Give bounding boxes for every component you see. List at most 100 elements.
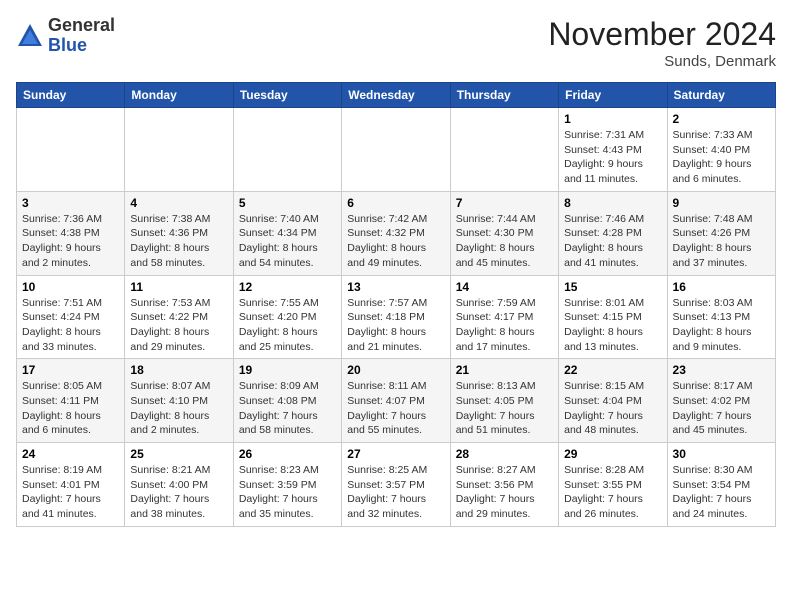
calendar-cell [125, 108, 233, 192]
day-info: Sunrise: 8:28 AMSunset: 3:55 PMDaylight:… [564, 463, 661, 522]
day-info: Sunrise: 8:21 AMSunset: 4:00 PMDaylight:… [130, 463, 227, 522]
day-number: 11 [130, 280, 227, 294]
calendar-cell: 11 Sunrise: 7:53 AMSunset: 4:22 PMDayligh… [125, 275, 233, 359]
calendar-cell [342, 108, 450, 192]
calendar-cell: 18 Sunrise: 8:07 AMSunset: 4:10 PMDayligh… [125, 359, 233, 443]
day-info: Sunrise: 7:53 AMSunset: 4:22 PMDaylight:… [130, 296, 227, 355]
day-info: Sunrise: 8:25 AMSunset: 3:57 PMDaylight:… [347, 463, 444, 522]
day-info: Sunrise: 8:27 AMSunset: 3:56 PMDaylight:… [456, 463, 553, 522]
day-info: Sunrise: 7:44 AMSunset: 4:30 PMDaylight:… [456, 212, 553, 271]
logo-icon [16, 22, 44, 50]
calendar-cell [450, 108, 558, 192]
calendar-cell: 10 Sunrise: 7:51 AMSunset: 4:24 PMDayligh… [17, 275, 125, 359]
day-number: 21 [456, 363, 553, 377]
day-info: Sunrise: 7:36 AMSunset: 4:38 PMDaylight:… [22, 212, 119, 271]
day-number: 14 [456, 280, 553, 294]
day-number: 9 [673, 196, 770, 210]
month-title: November 2024 [548, 16, 776, 53]
weekday-header: Monday [125, 83, 233, 108]
day-number: 17 [22, 363, 119, 377]
calendar-cell: 14 Sunrise: 7:59 AMSunset: 4:17 PMDayligh… [450, 275, 558, 359]
calendar-cell: 23 Sunrise: 8:17 AMSunset: 4:02 PMDayligh… [667, 359, 775, 443]
day-info: Sunrise: 7:42 AMSunset: 4:32 PMDaylight:… [347, 212, 444, 271]
calendar-cell: 28 Sunrise: 8:27 AMSunset: 3:56 PMDayligh… [450, 443, 558, 527]
weekday-header: Sunday [17, 83, 125, 108]
calendar-cell: 27Sunrise: 8:25 AMSunset: 3:57 PMDayligh… [342, 443, 450, 527]
day-info: Sunrise: 7:55 AMSunset: 4:20 PMDaylight:… [239, 296, 336, 355]
title-block: November 2024 Sunds, Denmark [548, 16, 776, 70]
weekday-header-row: SundayMondayTuesdayWednesdayThursdayFrid… [17, 83, 776, 108]
calendar-cell: 5 Sunrise: 7:40 AMSunset: 4:34 PMDaylight… [233, 191, 341, 275]
calendar-cell: 12 Sunrise: 7:55 AMSunset: 4:20 PMDayligh… [233, 275, 341, 359]
calendar-cell: 13 Sunrise: 7:57 AMSunset: 4:18 PMDayligh… [342, 275, 450, 359]
calendar-cell: 6 Sunrise: 7:42 AMSunset: 4:32 PMDaylight… [342, 191, 450, 275]
day-number: 7 [456, 196, 553, 210]
day-number: 28 [456, 447, 553, 461]
day-number: 18 [130, 363, 227, 377]
day-number: 25 [130, 447, 227, 461]
day-info: Sunrise: 7:57 AMSunset: 4:18 PMDaylight:… [347, 296, 444, 355]
calendar-week-row: 3 Sunrise: 7:36 AMSunset: 4:38 PMDaylight… [17, 191, 776, 275]
day-number: 19 [239, 363, 336, 377]
day-info: Sunrise: 8:30 AMSunset: 3:54 PMDaylight:… [673, 463, 770, 522]
day-number: 3 [22, 196, 119, 210]
day-info: Sunrise: 7:33 AMSunset: 4:40 PMDaylight:… [673, 128, 770, 187]
calendar-cell: 2 Sunrise: 7:33 AMSunset: 4:40 PMDaylight… [667, 108, 775, 192]
day-number: 10 [22, 280, 119, 294]
day-number: 4 [130, 196, 227, 210]
logo-general: General [48, 16, 115, 36]
calendar-table: SundayMondayTuesdayWednesdayThursdayFrid… [16, 82, 776, 527]
day-info: Sunrise: 8:17 AMSunset: 4:02 PMDaylight:… [673, 379, 770, 438]
calendar-cell: 25 Sunrise: 8:21 AMSunset: 4:00 PMDayligh… [125, 443, 233, 527]
day-info: Sunrise: 8:23 AMSunset: 3:59 PMDaylight:… [239, 463, 336, 522]
calendar-cell: 30Sunrise: 8:30 AMSunset: 3:54 PMDayligh… [667, 443, 775, 527]
calendar-cell: 29Sunrise: 8:28 AMSunset: 3:55 PMDayligh… [559, 443, 667, 527]
calendar-cell: 26 Sunrise: 8:23 AMSunset: 3:59 PMDayligh… [233, 443, 341, 527]
day-info: Sunrise: 8:15 AMSunset: 4:04 PMDaylight:… [564, 379, 661, 438]
day-info: Sunrise: 8:01 AMSunset: 4:15 PMDaylight:… [564, 296, 661, 355]
day-info: Sunrise: 7:31 AMSunset: 4:43 PMDaylight:… [564, 128, 661, 187]
calendar-cell [17, 108, 125, 192]
day-info: Sunrise: 8:09 AMSunset: 4:08 PMDaylight:… [239, 379, 336, 438]
day-info: Sunrise: 8:19 AMSunset: 4:01 PMDaylight:… [22, 463, 119, 522]
calendar-week-row: 24Sunrise: 8:19 AMSunset: 4:01 PMDayligh… [17, 443, 776, 527]
day-info: Sunrise: 7:48 AMSunset: 4:26 PMDaylight:… [673, 212, 770, 271]
weekday-header: Thursday [450, 83, 558, 108]
calendar-week-row: 17Sunrise: 8:05 AMSunset: 4:11 PMDayligh… [17, 359, 776, 443]
calendar-cell: 9 Sunrise: 7:48 AMSunset: 4:26 PMDaylight… [667, 191, 775, 275]
day-number: 13 [347, 280, 444, 294]
calendar-cell: 24Sunrise: 8:19 AMSunset: 4:01 PMDayligh… [17, 443, 125, 527]
day-number: 12 [239, 280, 336, 294]
day-number: 15 [564, 280, 661, 294]
day-info: Sunrise: 8:11 AMSunset: 4:07 PMDaylight:… [347, 379, 444, 438]
day-number: 20 [347, 363, 444, 377]
page-header: General Blue November 2024 Sunds, Denmar… [16, 16, 776, 70]
logo: General Blue [16, 16, 115, 56]
logo-blue: Blue [48, 36, 115, 56]
day-info: Sunrise: 7:59 AMSunset: 4:17 PMDaylight:… [456, 296, 553, 355]
calendar-cell: 17Sunrise: 8:05 AMSunset: 4:11 PMDayligh… [17, 359, 125, 443]
calendar-cell: 15 Sunrise: 8:01 AMSunset: 4:15 PMDayligh… [559, 275, 667, 359]
day-info: Sunrise: 8:13 AMSunset: 4:05 PMDaylight:… [456, 379, 553, 438]
day-info: Sunrise: 7:38 AMSunset: 4:36 PMDaylight:… [130, 212, 227, 271]
calendar-cell: 7 Sunrise: 7:44 AMSunset: 4:30 PMDaylight… [450, 191, 558, 275]
day-number: 26 [239, 447, 336, 461]
day-info: Sunrise: 7:51 AMSunset: 4:24 PMDaylight:… [22, 296, 119, 355]
day-number: 6 [347, 196, 444, 210]
calendar-cell: 22Sunrise: 8:15 AMSunset: 4:04 PMDayligh… [559, 359, 667, 443]
day-number: 5 [239, 196, 336, 210]
location: Sunds, Denmark [548, 53, 776, 70]
day-number: 23 [673, 363, 770, 377]
day-info: Sunrise: 8:03 AMSunset: 4:13 PMDaylight:… [673, 296, 770, 355]
calendar-cell: 8 Sunrise: 7:46 AMSunset: 4:28 PMDaylight… [559, 191, 667, 275]
day-info: Sunrise: 7:46 AMSunset: 4:28 PMDaylight:… [564, 212, 661, 271]
day-info: Sunrise: 8:07 AMSunset: 4:10 PMDaylight:… [130, 379, 227, 438]
calendar-week-row: 10 Sunrise: 7:51 AMSunset: 4:24 PMDayligh… [17, 275, 776, 359]
weekday-header: Wednesday [342, 83, 450, 108]
day-info: Sunrise: 7:40 AMSunset: 4:34 PMDaylight:… [239, 212, 336, 271]
day-number: 2 [673, 112, 770, 126]
calendar-cell [233, 108, 341, 192]
day-number: 8 [564, 196, 661, 210]
day-number: 1 [564, 112, 661, 126]
calendar-cell: 19 Sunrise: 8:09 AMSunset: 4:08 PMDayligh… [233, 359, 341, 443]
